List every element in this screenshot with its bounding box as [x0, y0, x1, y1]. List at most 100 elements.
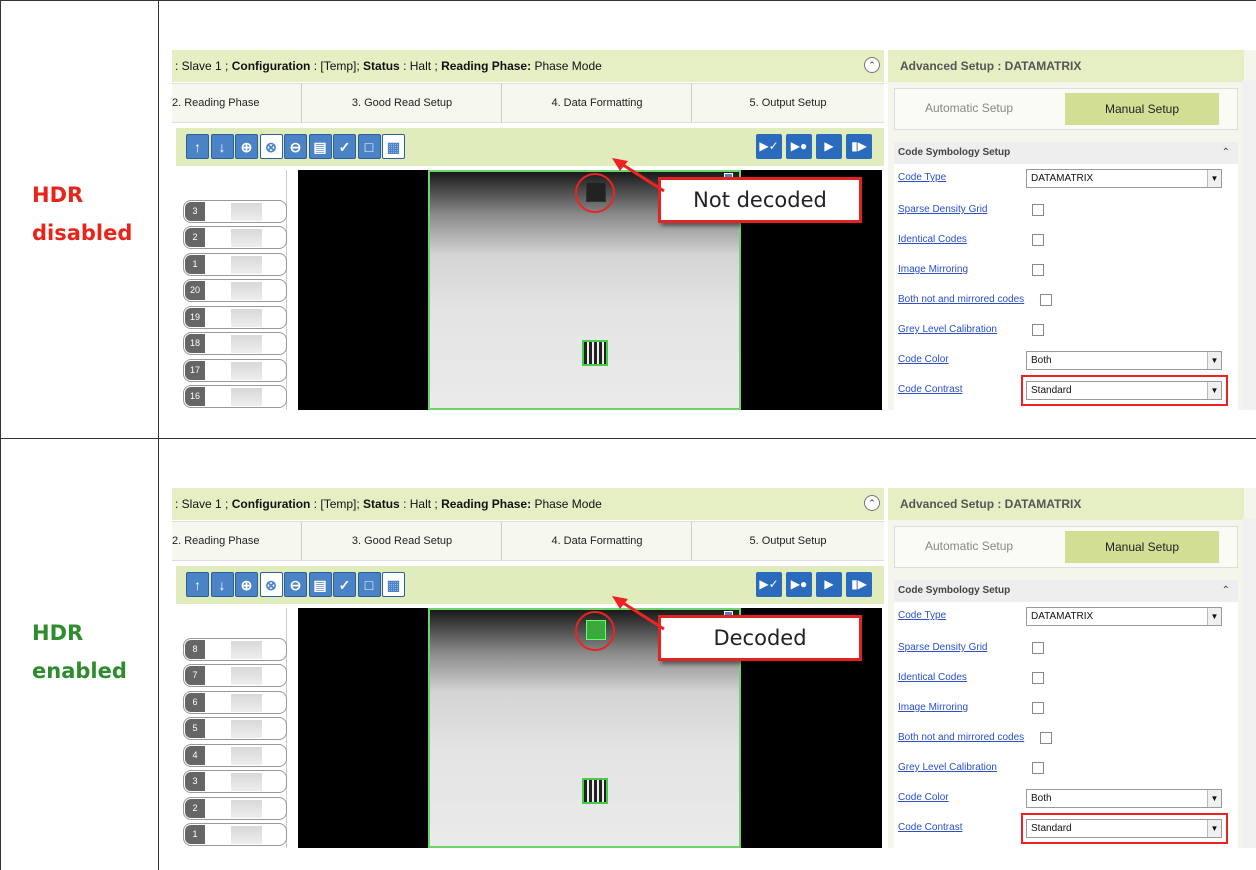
history-thumbnail[interactable]: 4: [183, 743, 287, 767]
grid-icon[interactable]: ▦: [382, 572, 405, 597]
annotation-callout: Not decoded: [658, 177, 862, 223]
history-thumbnail[interactable]: 1: [183, 252, 287, 276]
section-title: Code Symbology Setup: [898, 585, 1011, 596]
collapse-caret-icon[interactable]: ⌃: [1222, 142, 1230, 164]
save-image-icon[interactable]: ▤: [308, 572, 332, 597]
collapse-caret-icon[interactable]: ⌃: [1222, 580, 1230, 602]
wizard-step[interactable]: 2. Reading Phase: [172, 522, 302, 560]
manual-setup-button[interactable]: Manual Setup: [1065, 93, 1219, 125]
zoom-reset-icon[interactable]: ⊗: [259, 572, 283, 597]
grey-level-link[interactable]: Grey Level Calibration: [898, 758, 997, 778]
history-thumbnail[interactable]: 3: [183, 770, 287, 793]
history-thumbnail[interactable]: 6: [183, 690, 287, 714]
grid-icon[interactable]: ▦: [382, 134, 405, 159]
play-icon[interactable]: ▶: [816, 572, 842, 597]
sparse-density-link[interactable]: Sparse Density Grid: [898, 638, 987, 658]
history-thumbnail[interactable]: 17: [183, 358, 287, 382]
both-mirrored-link[interactable]: Both not and mirrored codes: [898, 728, 1024, 748]
grey-level-link[interactable]: Grey Level Calibration: [898, 320, 997, 340]
image-mirroring-checkbox[interactable]: [1032, 264, 1044, 276]
wizard-step[interactable]: 3. Good Read Setup: [302, 84, 502, 122]
code-type-select[interactable]: DATAMATRIX ▼: [1026, 169, 1222, 188]
history-thumbnail[interactable]: 16: [183, 385, 287, 408]
save-image-icon[interactable]: ▤: [308, 134, 332, 159]
image-mirroring-link[interactable]: Image Mirroring: [898, 260, 968, 280]
thumbnail-image: [231, 746, 262, 765]
step-forward-icon[interactable]: ▮▶: [846, 134, 872, 159]
down-arrow-icon[interactable]: ↓: [210, 572, 234, 597]
phase-value: Phase Mode: [531, 497, 602, 511]
history-thumbnail[interactable]: 3: [183, 199, 287, 223]
automatic-setup-button[interactable]: Automatic Setup: [925, 101, 1013, 115]
panel-scrollbar[interactable]: [1242, 80, 1256, 410]
zoom-in-icon[interactable]: ⊕: [235, 572, 258, 597]
code-contrast-link[interactable]: Code Contrast: [898, 818, 962, 838]
sparse-density-link[interactable]: Sparse Density Grid: [898, 200, 987, 220]
code-color-select[interactable]: Both ▼: [1026, 789, 1222, 808]
zoom-in-icon[interactable]: ⊕: [235, 134, 258, 159]
collapse-icon[interactable]: ⌃: [864, 495, 880, 511]
code-type-value: DATAMATRIX: [1031, 173, 1094, 184]
roi-square-icon[interactable]: □: [357, 572, 381, 597]
history-thumbnail[interactable]: 1: [183, 823, 287, 846]
annotation-arrow: [612, 596, 665, 631]
up-arrow-icon[interactable]: ↑: [186, 572, 209, 597]
play-icon[interactable]: ▶: [816, 134, 842, 159]
identical-codes-link[interactable]: Identical Codes: [898, 230, 967, 250]
history-thumbnail[interactable]: 18: [183, 332, 287, 355]
code-color-link[interactable]: Code Color: [898, 350, 949, 370]
section-header[interactable]: Code Symbology Setup ⌃: [894, 142, 1238, 164]
both-mirrored-checkbox[interactable]: [1040, 732, 1052, 744]
both-mirrored-link[interactable]: Both not and mirrored codes: [898, 290, 1024, 310]
wizard-step[interactable]: 4. Data Formatting: [502, 84, 692, 122]
wizard-step[interactable]: 5. Output Setup: [692, 84, 884, 122]
manual-setup-button[interactable]: Manual Setup: [1065, 531, 1219, 563]
history-thumbnail[interactable]: 20: [183, 279, 287, 302]
history-thumbnail[interactable]: 2: [183, 226, 287, 249]
thumbnail-number: 18: [185, 334, 205, 353]
code-color-link[interactable]: Code Color: [898, 788, 949, 808]
zoom-out-icon[interactable]: ⊖: [284, 134, 307, 159]
history-thumbnail[interactable]: 7: [183, 664, 287, 687]
image-mirroring-link[interactable]: Image Mirroring: [898, 698, 968, 718]
code-color-select[interactable]: Both ▼: [1026, 351, 1222, 370]
capture-record-icon[interactable]: ▶●: [786, 572, 812, 597]
capture-check-icon[interactable]: ▶✓: [756, 572, 782, 597]
code-color-value: Both: [1031, 793, 1052, 804]
identical-codes-link[interactable]: Identical Codes: [898, 668, 967, 688]
image-mirroring-checkbox[interactable]: [1032, 702, 1044, 714]
code-type-link[interactable]: Code Type: [898, 606, 946, 626]
section-header[interactable]: Code Symbology Setup ⌃: [894, 580, 1238, 602]
zoom-reset-icon[interactable]: ⊗: [259, 134, 283, 159]
code-type-select[interactable]: DATAMATRIX ▼: [1026, 607, 1222, 626]
wizard-step[interactable]: 4. Data Formatting: [502, 522, 692, 560]
capture-check-icon[interactable]: ▶✓: [756, 134, 782, 159]
collapse-icon[interactable]: ⌃: [864, 57, 880, 73]
grey-level-checkbox[interactable]: [1032, 762, 1044, 774]
wizard-step[interactable]: 5. Output Setup: [692, 522, 884, 560]
down-arrow-icon[interactable]: ↓: [210, 134, 234, 159]
identical-codes-checkbox[interactable]: [1032, 672, 1044, 684]
automatic-setup-button[interactable]: Automatic Setup: [925, 539, 1013, 553]
code-type-link[interactable]: Code Type: [898, 168, 946, 188]
wizard-step[interactable]: 2. Reading Phase: [172, 84, 302, 122]
check-icon[interactable]: ✓: [333, 134, 356, 159]
sparse-density-checkbox[interactable]: [1032, 642, 1044, 654]
step-forward-icon[interactable]: ▮▶: [846, 572, 872, 597]
check-icon[interactable]: ✓: [333, 572, 356, 597]
sparse-density-checkbox[interactable]: [1032, 204, 1044, 216]
both-mirrored-checkbox[interactable]: [1040, 294, 1052, 306]
code-contrast-link[interactable]: Code Contrast: [898, 380, 962, 400]
grey-level-checkbox[interactable]: [1032, 324, 1044, 336]
wizard-step[interactable]: 3. Good Read Setup: [302, 522, 502, 560]
history-thumbnail[interactable]: 2: [183, 796, 287, 820]
zoom-out-icon[interactable]: ⊖: [284, 572, 307, 597]
panel-scrollbar[interactable]: [1242, 518, 1256, 848]
identical-codes-checkbox[interactable]: [1032, 234, 1044, 246]
up-arrow-icon[interactable]: ↑: [186, 134, 209, 159]
roi-square-icon[interactable]: □: [357, 134, 381, 159]
history-thumbnail[interactable]: 19: [183, 305, 287, 329]
capture-record-icon[interactable]: ▶●: [786, 134, 812, 159]
history-thumbnail[interactable]: 5: [183, 717, 287, 740]
history-thumbnail[interactable]: 8: [183, 637, 287, 661]
